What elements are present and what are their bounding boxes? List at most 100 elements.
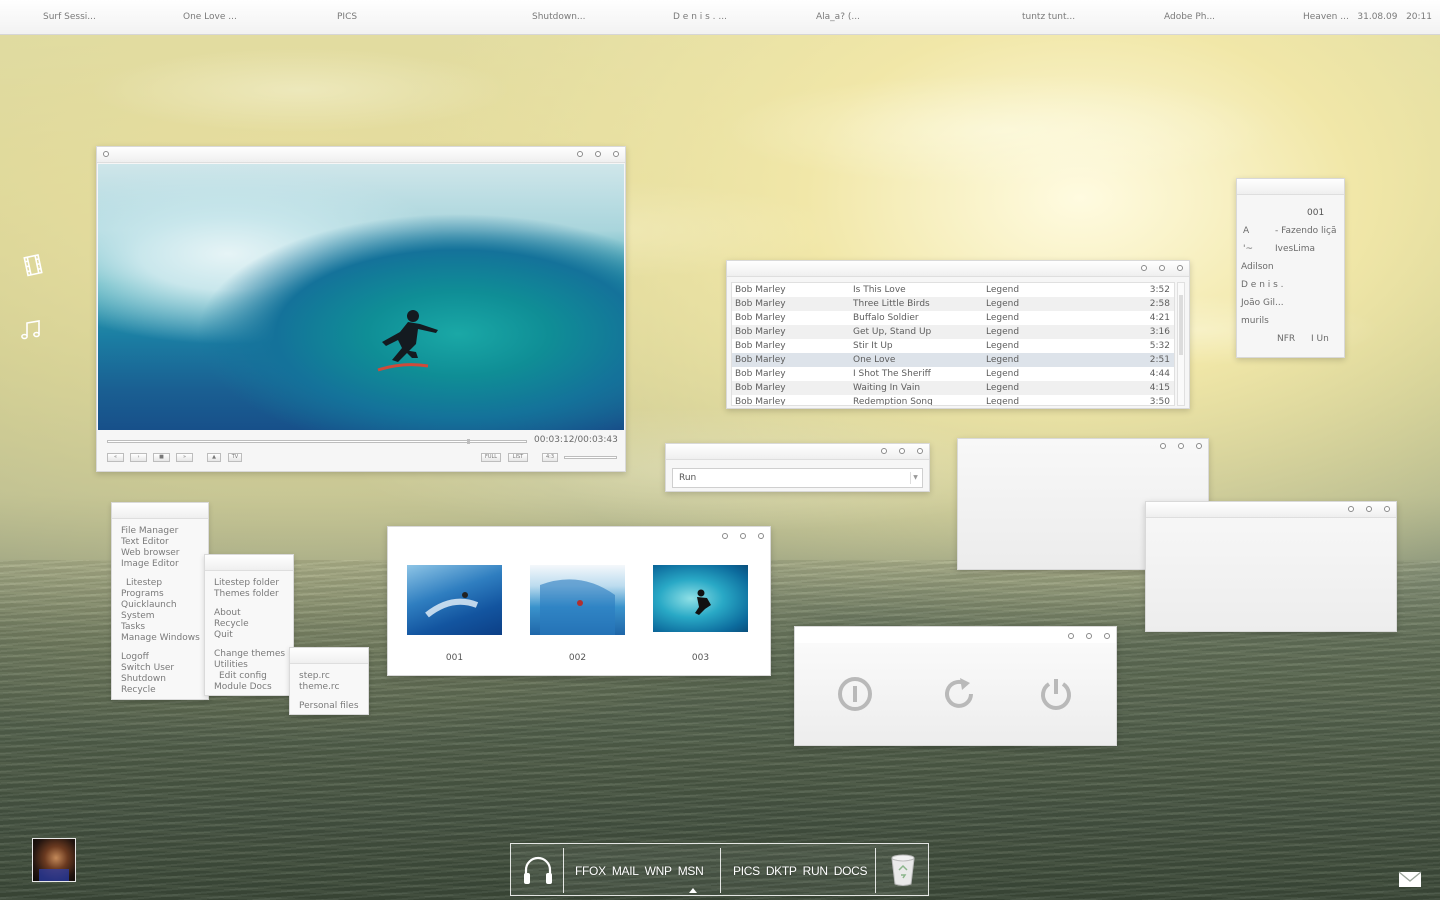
- film-icon[interactable]: [22, 253, 46, 280]
- close-icon[interactable]: [917, 448, 923, 454]
- close-icon[interactable]: [758, 533, 764, 539]
- maximize-icon[interactable]: [1086, 633, 1092, 639]
- menu-item[interactable]: Logoff: [121, 652, 149, 663]
- menu-item[interactable]: step.rc: [299, 671, 330, 682]
- playlist-row[interactable]: Bob Marley Stir It Up Legend 5:32: [732, 339, 1174, 353]
- run-input[interactable]: [673, 469, 922, 487]
- contact-line[interactable]: murils: [1241, 316, 1269, 326]
- maximize-icon[interactable]: [740, 533, 746, 539]
- menu-item[interactable]: Text Editor: [121, 537, 169, 548]
- contact-line[interactable]: João Gil...: [1241, 298, 1284, 308]
- task-item[interactable]: tuntz tunt...: [1022, 12, 1075, 22]
- chevron-down-icon[interactable]: ▼: [910, 472, 920, 484]
- menu-item[interactable]: Recycle: [214, 619, 249, 630]
- menu-item[interactable]: Themes folder: [214, 589, 279, 600]
- menu-item[interactable]: Web browser: [121, 548, 180, 559]
- minimize-icon[interactable]: [881, 448, 887, 454]
- menu-item[interactable]: Tasks: [121, 622, 145, 633]
- menu-item[interactable]: Litestep: [126, 578, 162, 589]
- contact-line[interactable]: - Fazendo liçã: [1275, 226, 1336, 236]
- dock-item-dktp[interactable]: DKTP: [766, 864, 797, 878]
- trash-icon[interactable]: [890, 853, 916, 887]
- seek-bar[interactable]: [107, 439, 527, 444]
- run-field[interactable]: ▼: [672, 468, 923, 488]
- logoff-icon[interactable]: [836, 675, 874, 713]
- menu-item[interactable]: Personal files: [299, 701, 359, 712]
- menu-item[interactable]: Manage Windows: [121, 633, 200, 644]
- task-item[interactable]: Heaven ...: [1303, 12, 1349, 22]
- close-icon[interactable]: [1104, 633, 1110, 639]
- headphones-icon[interactable]: [521, 853, 555, 887]
- play-button[interactable]: ›: [130, 453, 147, 462]
- aspect-button[interactable]: 4:3: [542, 453, 558, 462]
- eject-button[interactable]: ▲: [207, 453, 221, 462]
- contact-line[interactable]: Adilson: [1241, 262, 1274, 272]
- shutdown-icon[interactable]: [1037, 675, 1075, 713]
- image-thumbnail[interactable]: [530, 565, 625, 635]
- minimize-icon[interactable]: [1068, 633, 1074, 639]
- title-bar[interactable]: [958, 439, 1208, 455]
- image-thumbnail[interactable]: [407, 565, 502, 635]
- tv-button[interactable]: TV: [228, 453, 242, 462]
- avatar[interactable]: [32, 838, 76, 882]
- title-bar[interactable]: [97, 147, 625, 163]
- minimize-icon[interactable]: [577, 151, 583, 157]
- menu-item[interactable]: Utilities: [214, 660, 248, 671]
- image-thumbnail[interactable]: [653, 565, 748, 632]
- volume-slider[interactable]: [564, 456, 617, 459]
- menu-item[interactable]: Programs: [121, 589, 164, 600]
- dock-item-msn[interactable]: MSN: [678, 864, 704, 878]
- menu-item[interactable]: Image Editor: [121, 559, 179, 570]
- music-note-icon[interactable]: [19, 318, 43, 345]
- playlist-row[interactable]: Bob Marley I Shot The Sheriff Legend 4:44: [732, 367, 1174, 381]
- title-bar[interactable]: [388, 527, 770, 543]
- close-icon[interactable]: [1196, 443, 1202, 449]
- minimize-icon[interactable]: [1160, 443, 1166, 449]
- maximize-icon[interactable]: [1178, 443, 1184, 449]
- contact-line[interactable]: A: [1243, 226, 1249, 236]
- video-frame[interactable]: [98, 164, 624, 430]
- dock-item-pics[interactable]: PICS: [733, 864, 760, 878]
- list-button[interactable]: LIST: [508, 453, 528, 462]
- title-bar[interactable]: [795, 627, 1116, 643]
- close-icon[interactable]: [1177, 265, 1183, 271]
- forward-button[interactable]: »: [176, 453, 193, 462]
- restart-icon[interactable]: [940, 675, 978, 713]
- menu-item[interactable]: Edit config: [219, 671, 267, 682]
- contact-line[interactable]: D e n i s .: [1241, 280, 1284, 290]
- maximize-icon[interactable]: [899, 448, 905, 454]
- playlist-row[interactable]: Bob Marley Get Up, Stand Up Legend 3:16: [732, 325, 1174, 339]
- maximize-icon[interactable]: [1366, 506, 1372, 512]
- task-item[interactable]: Surf Sessi...: [43, 12, 96, 22]
- playlist-row[interactable]: Bob Marley Is This Love Legend 3:52: [732, 283, 1174, 297]
- dock-item-docs[interactable]: DOCS: [834, 864, 868, 878]
- menu-item[interactable]: Switch User: [121, 663, 174, 674]
- task-item[interactable]: Adobe Ph...: [1164, 12, 1215, 22]
- menu-item[interactable]: System: [121, 611, 155, 622]
- rewind-button[interactable]: «: [107, 453, 124, 462]
- task-item[interactable]: One Love ...: [183, 12, 237, 22]
- close-icon[interactable]: [1384, 506, 1390, 512]
- menu-item[interactable]: Shutdown: [121, 674, 166, 685]
- minimize-icon[interactable]: [722, 533, 728, 539]
- seek-handle[interactable]: [467, 439, 471, 444]
- dock-item-wnp[interactable]: WNP: [645, 864, 672, 878]
- task-item[interactable]: Shutdown...: [532, 12, 586, 22]
- playlist-row[interactable]: Bob Marley Waiting In Vain Legend 4:15: [732, 381, 1174, 395]
- title-bar[interactable]: [727, 261, 1189, 277]
- menu-dot-icon[interactable]: [103, 151, 109, 157]
- playlist-row[interactable]: Bob Marley Three Little Birds Legend 2:58: [732, 297, 1174, 311]
- menu-item[interactable]: Litestep folder: [214, 578, 279, 589]
- title-bar[interactable]: [1146, 502, 1396, 518]
- scrollbar[interactable]: [1177, 282, 1185, 406]
- menu-item[interactable]: Module Docs: [214, 682, 272, 693]
- dock-item-ffox[interactable]: FFOX: [575, 864, 606, 878]
- contact-line[interactable]: IvesLima: [1275, 244, 1315, 254]
- menu-item[interactable]: Recycle: [121, 685, 156, 696]
- maximize-icon[interactable]: [595, 151, 601, 157]
- menu-item[interactable]: Quit: [214, 630, 233, 641]
- fullscreen-button[interactable]: FULL: [481, 453, 501, 462]
- task-item[interactable]: D e n i s . ...: [673, 12, 727, 22]
- minimize-icon[interactable]: [1348, 506, 1354, 512]
- close-icon[interactable]: [613, 151, 619, 157]
